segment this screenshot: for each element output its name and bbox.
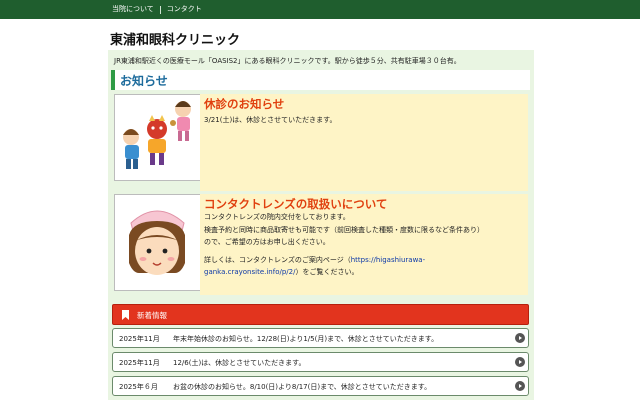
chevron-right-icon: [515, 357, 525, 367]
notice-closure: 休診のお知らせ 3/21(土)は、休診とさせていただきます。: [200, 94, 528, 191]
section-heading-label: お知らせ: [120, 74, 168, 88]
bookmark-icon: [122, 310, 129, 320]
notice-contact-lens: コンタクトレンズの取扱いについて コンタクトレンズの院内交付をしております。 検…: [200, 194, 528, 295]
notice-line: ので、ご希望の方はお申し出ください。: [204, 238, 330, 246]
main-content: JR東浦和駅近くの医療モール「OASIS2」にある眼科クリニックです。駅から徒歩…: [108, 50, 534, 400]
news-date: 2025年11月: [119, 335, 160, 343]
chevron-right-icon: [515, 381, 525, 391]
notice-link-line: 詳しくは、コンタクトレンズのご案内ページ（https://higashiuraw…: [204, 255, 426, 264]
children-illustration-icon: [123, 101, 191, 169]
notice-line: コンタクトレンズの院内交付をしております。: [204, 213, 350, 221]
section-heading-notices: お知らせ: [111, 70, 530, 90]
news-heading: 新着情報: [112, 304, 529, 325]
notice-body: コンタクトレンズの院内交付をしております。 検査予約と同時に商品取寄せも可能です…: [204, 211, 484, 279]
nav-item-about[interactable]: 当院について: [110, 0, 160, 19]
notice-illustration-nurse: [114, 194, 201, 291]
contact-lens-page-link[interactable]: https://higashiurawa-: [351, 256, 425, 264]
notice-line: 3/21(土)は、休診とさせていただきます。: [204, 116, 337, 124]
news-text: 12/6(土)は、休診とさせていただきます。: [173, 359, 306, 367]
chevron-right-icon: [515, 333, 525, 343]
news-date: 2025年６月: [119, 383, 158, 391]
notice-body: 3/21(土)は、休診とさせていただきます。: [204, 114, 336, 127]
news-item[interactable]: 2025年６月 お盆の休診のお知らせ。8/10(日)より8/17(日)まで、休診…: [112, 376, 529, 396]
news-item[interactable]: 2025年11月 12/6(土)は、休診とさせていただきます。: [112, 352, 529, 372]
notice-illustration-children: [114, 94, 201, 181]
top-bar: [0, 0, 640, 19]
notice-title: コンタクトレンズの取扱いについて: [204, 197, 388, 211]
news-item[interactable]: 2025年11月 年末年始休診のお知らせ。12/28(日)より1/5(月)まで、…: [112, 328, 529, 348]
intro-text: JR東浦和駅近くの医療モール「OASIS2」にある眼科クリニックです。駅から徒歩…: [114, 57, 461, 65]
notice-line: 検査予約と同時に商品取寄せも可能です（前回検査した種類・度数に限るなど条件あり）: [204, 225, 484, 234]
top-nav: 当院について コンタクト: [110, 0, 208, 19]
news-heading-label: 新着情報: [137, 311, 167, 320]
site-title[interactable]: 東浦和眼科クリニック: [110, 29, 240, 48]
contact-lens-page-link-cont[interactable]: ganka.crayonsite.info/p/2/: [204, 268, 295, 276]
nurse-illustration-icon: [129, 210, 185, 275]
notice-link-line: ganka.crayonsite.info/p/2/）をご覧ください。: [204, 268, 359, 276]
nav-item-contact[interactable]: コンタクト: [161, 0, 208, 19]
news-text: お盆の休診のお知らせ。8/10(日)より8/17(日)まで、休診とさせていただき…: [173, 383, 432, 391]
news-text: 年末年始休診のお知らせ。12/28(日)より1/5(月)まで、休診とさせていただ…: [173, 335, 439, 343]
news-date: 2025年11月: [119, 359, 160, 367]
notice-title: 休診のお知らせ: [204, 97, 285, 111]
